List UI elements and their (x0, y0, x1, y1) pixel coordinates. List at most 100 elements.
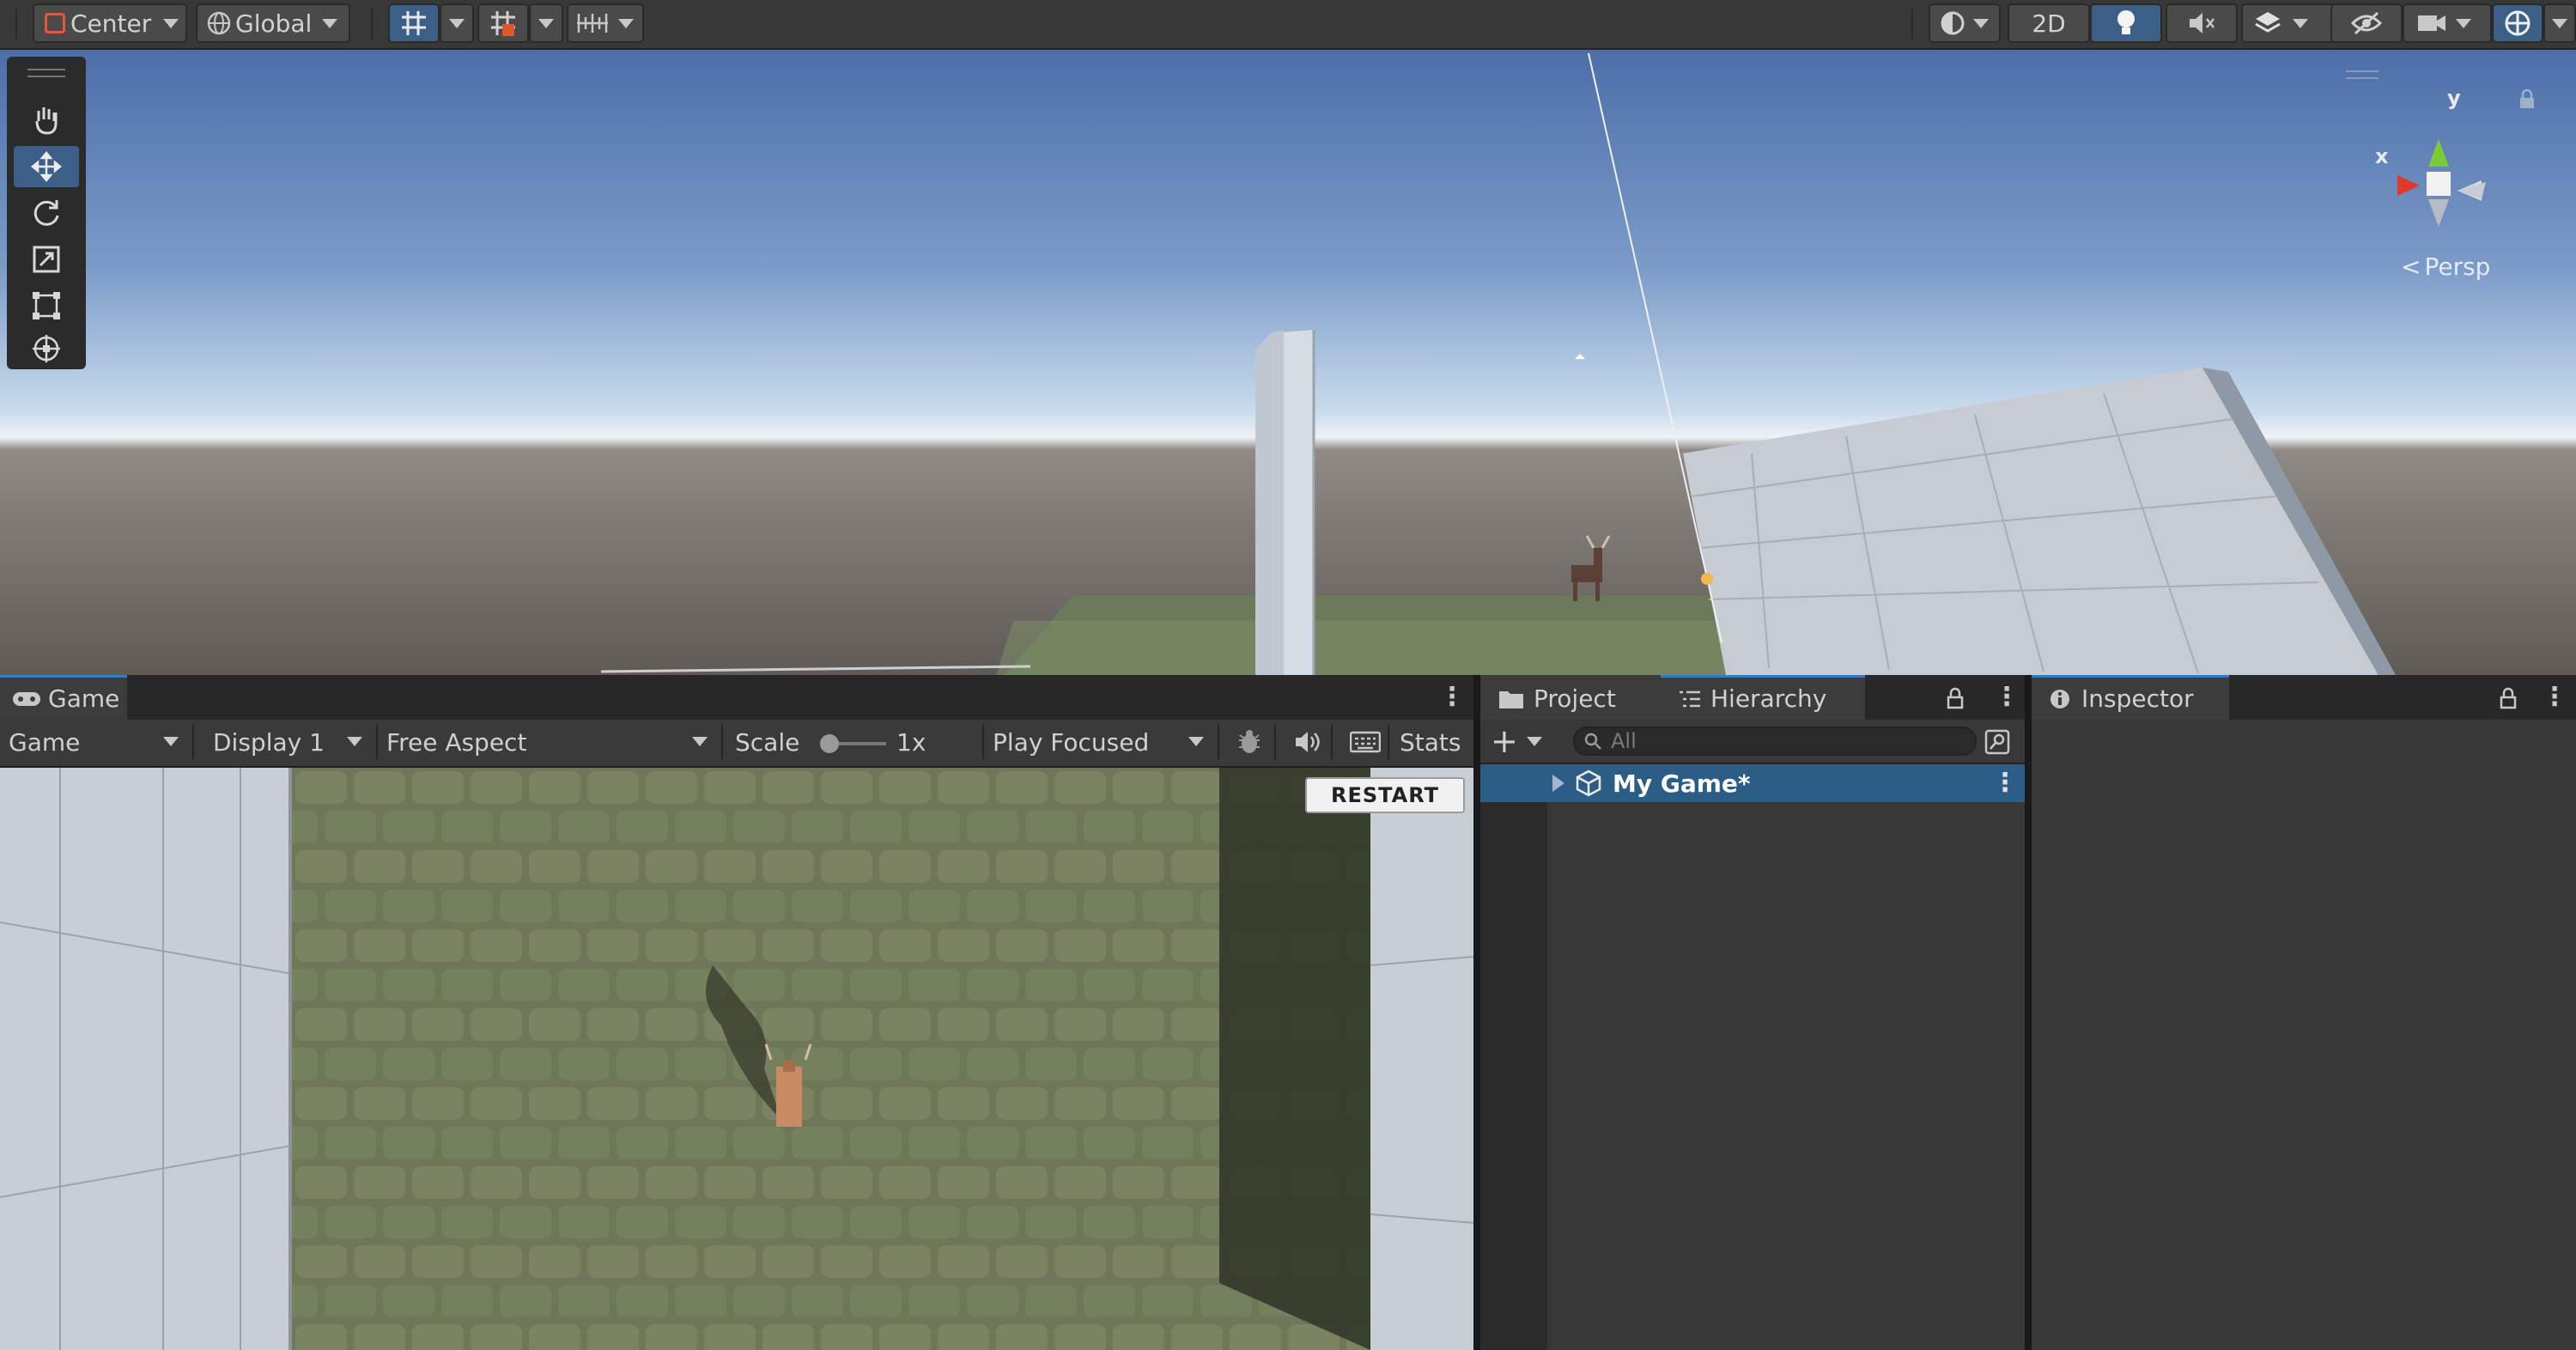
grid-visibility-icon (491, 11, 515, 36)
speaker-icon (1296, 732, 1320, 752)
gizmo-y-label: y (2447, 86, 2461, 110)
tab-hierarchy[interactable]: Hierarchy (1661, 675, 1865, 720)
tool-palette (7, 57, 86, 369)
hand-tool-button[interactable] (14, 100, 79, 141)
more-options-icon[interactable]: ⋮ (2542, 682, 2567, 712)
chevron-down-icon (1526, 736, 1542, 746)
panel-divider[interactable] (2025, 675, 2032, 1350)
toolbar-separator (192, 725, 194, 759)
tab-project[interactable]: Project (1480, 675, 1661, 720)
chevron-down-icon (163, 18, 179, 28)
lock-icon[interactable] (1946, 687, 1965, 709)
tab-game[interactable]: Game (0, 675, 127, 720)
scale-slider-thumb[interactable] (820, 734, 839, 753)
pivot-mode-label: Center (70, 9, 152, 38)
transform-tool-icon (33, 335, 60, 362)
inspector-panel (2032, 720, 2576, 1350)
tab-hierarchy-label: Hierarchy (1710, 684, 1827, 713)
rotate-tool-icon (33, 200, 59, 226)
scene-search-icon[interactable] (1984, 728, 2011, 756)
more-options-icon[interactable]: ⋮ (1439, 682, 1465, 712)
toolbar-separator (1218, 725, 1219, 759)
scale-tool-button[interactable] (14, 239, 79, 280)
chevron-down-icon (2293, 18, 2308, 28)
scale-tool-icon (33, 246, 60, 273)
chevron-down-icon (538, 18, 554, 28)
display-select[interactable]: Display 1 (204, 720, 374, 764)
list-icon (1680, 690, 1700, 707)
tab-inspector-label: Inspector (2081, 684, 2194, 713)
main-toolbar: Center Global 2D (0, 0, 2576, 50)
panel-divider[interactable] (1473, 675, 1480, 1350)
scene-visibility-icon (2350, 11, 2383, 35)
play-mode-select[interactable]: Play Focused (984, 720, 1216, 764)
hierarchy-gutter (1480, 764, 1547, 1350)
folder-icon (1499, 690, 1523, 708)
tab-inspector[interactable]: Inspector (2032, 675, 2229, 720)
toolbar-grip (15, 9, 17, 40)
projection-toggle[interactable]: < Persp (2401, 252, 2490, 281)
mute-audio-button[interactable] (1285, 720, 1329, 764)
grid-visibility-button[interactable] (477, 3, 529, 43)
lock-icon[interactable] (2499, 687, 2518, 709)
increment-snap-button[interactable] (567, 3, 644, 43)
shading-mode-dropdown[interactable] (1929, 3, 2001, 43)
toolbar-separator (721, 725, 723, 759)
aspect-select[interactable]: Free Aspect (378, 720, 720, 764)
restart-button[interactable]: RESTART (1305, 777, 1465, 813)
chevron-down-icon (2552, 18, 2567, 28)
audio-mute-icon (2190, 13, 2215, 33)
pivot-center-icon (45, 13, 65, 33)
grid-snap-button[interactable] (388, 3, 440, 43)
game-view-select[interactable]: Game (0, 720, 191, 764)
globe-icon (207, 11, 231, 35)
rotate-tool-button[interactable] (14, 192, 79, 234)
more-options-icon[interactable]: ⋮ (1994, 682, 2020, 712)
game-toolbar: Game Display 1 Free Aspect Scale 1x Play… (0, 720, 1473, 768)
rect-tool-button[interactable] (14, 285, 79, 326)
pivot-rotation-dropdown[interactable]: Global (196, 3, 350, 43)
search-icon (1584, 733, 1601, 750)
info-icon (2050, 689, 2069, 708)
hierarchy-search[interactable]: All (1573, 727, 1977, 756)
gizmos-dropdown[interactable] (2543, 3, 2576, 43)
hierarchy-item-scene[interactable]: My Game* ⋮ (1480, 764, 2025, 802)
tab-project-label: Project (1534, 684, 1616, 713)
create-dropdown[interactable]: + (1491, 725, 1546, 757)
gizmos-button[interactable] (2492, 3, 2543, 43)
move-tool-button[interactable] (14, 146, 79, 187)
chevron-down-icon (618, 18, 634, 28)
orientation-gizmo[interactable] (2353, 88, 2524, 277)
unity-scene-icon (1576, 769, 1601, 797)
grid-snap-icon (402, 11, 426, 35)
shading-mode-icon (1941, 11, 1965, 35)
expand-arrow-icon[interactable] (1552, 775, 1564, 792)
game-view-label: Game (9, 727, 81, 757)
scene-view[interactable]: y x < Persp (0, 50, 2576, 675)
stats-toggle[interactable]: Stats (1391, 720, 1473, 764)
chevron-down-icon (163, 737, 179, 746)
game-view[interactable] (0, 768, 1473, 1350)
scene-visibility-toggle[interactable] (2330, 3, 2403, 43)
gizmo-x-label: x (2375, 144, 2389, 168)
scene-lighting-toggle[interactable] (2090, 3, 2162, 43)
more-options-icon[interactable]: ⋮ (1992, 768, 2018, 798)
debug-button[interactable] (1228, 720, 1273, 764)
move-tool-icon (31, 151, 62, 182)
inspector-panel-tabbar: Inspector ⋮ (2032, 675, 2576, 720)
audio-toggle[interactable] (2166, 3, 2238, 43)
transform-tool-button[interactable] (14, 328, 79, 369)
play-mode-label: Play Focused (993, 727, 1150, 757)
pivot-mode-dropdown[interactable]: Center (33, 3, 187, 43)
display-label: Display 1 (213, 727, 325, 757)
effects-dropdown[interactable] (2241, 3, 2336, 43)
chevron-down-icon (1188, 737, 1204, 746)
shortcuts-button[interactable] (1341, 720, 1386, 764)
game-render (0, 768, 1473, 1350)
camera-dropdown[interactable] (2403, 3, 2492, 43)
chevron-left-icon: < (2401, 252, 2421, 281)
grid-snap-dropdown[interactable] (440, 3, 474, 43)
grid-visibility-dropdown[interactable] (529, 3, 563, 43)
view-2d-toggle[interactable]: 2D (2008, 3, 2090, 43)
camera-icon (2418, 15, 2445, 31)
